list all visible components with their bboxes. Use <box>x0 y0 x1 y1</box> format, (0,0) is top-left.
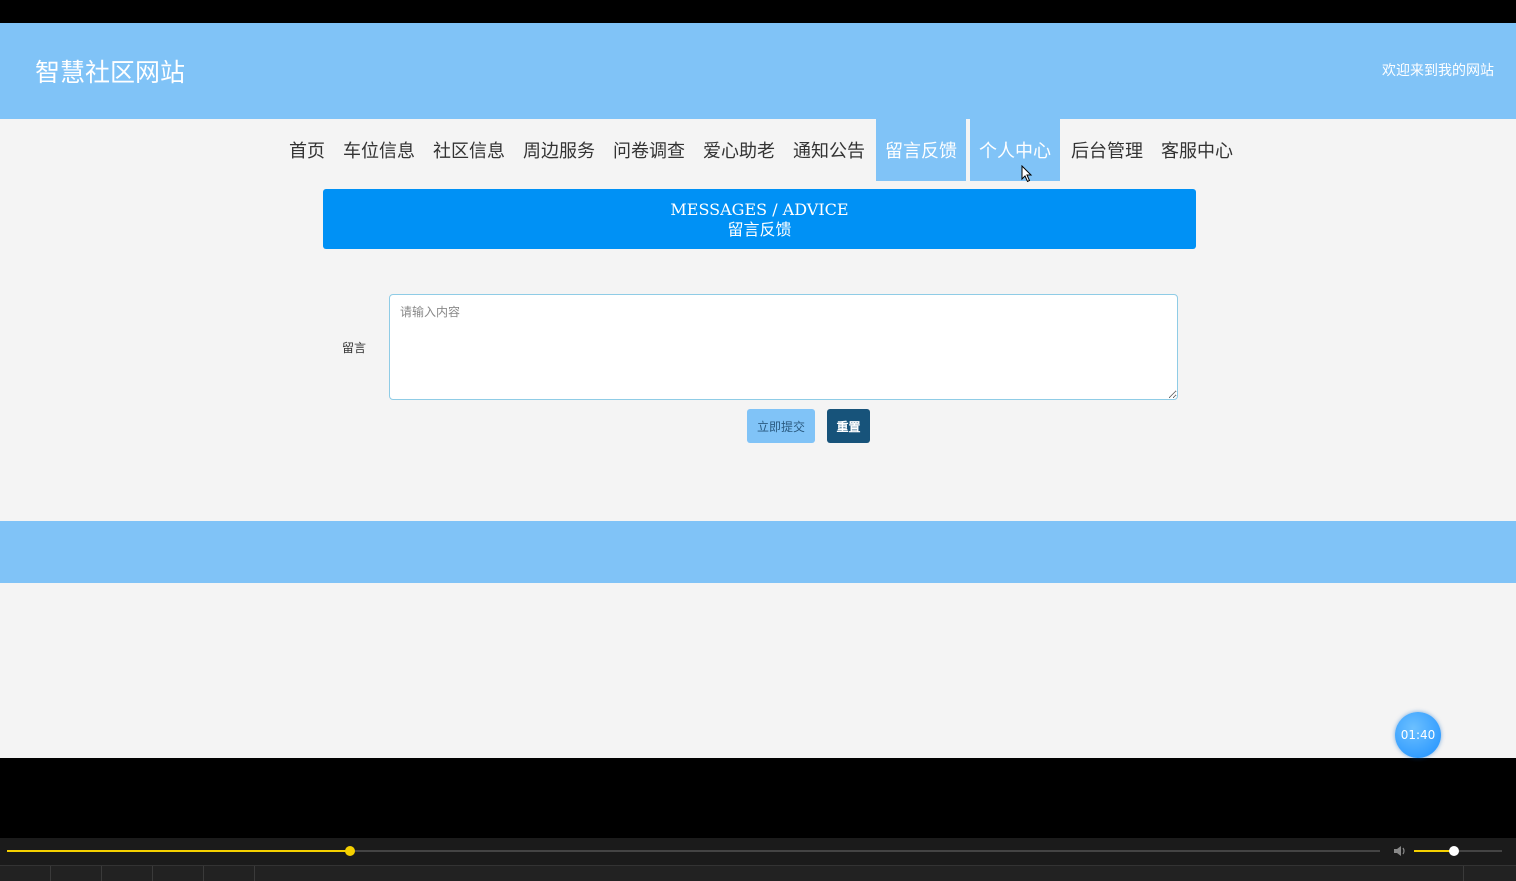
nav-item-elderly-care[interactable]: 爱心助老 <box>694 119 784 181</box>
divider <box>254 866 255 881</box>
volume-handle[interactable] <box>1448 846 1459 856</box>
timer-badge[interactable]: 01:40 <box>1395 712 1441 758</box>
video-player-bar <box>0 838 1516 881</box>
nav-item-survey[interactable]: 问卷调查 <box>604 119 694 181</box>
submit-button[interactable]: 立即提交 <box>747 409 815 443</box>
section-banner: MESSAGES / ADVICE 留言反馈 <box>323 189 1196 249</box>
volume-slider[interactable] <box>1414 846 1502 856</box>
banner-title-en: MESSAGES / ADVICE <box>670 200 849 219</box>
reset-button[interactable]: 重置 <box>827 409 870 443</box>
nav-item-support[interactable]: 客服中心 <box>1152 119 1242 181</box>
divider <box>50 866 51 881</box>
site-title: 智慧社区网站 <box>35 58 186 87</box>
volume-level <box>1414 850 1454 852</box>
nav-item-community[interactable]: 社区信息 <box>424 119 514 181</box>
banner-title-cn: 留言反馈 <box>727 220 792 239</box>
message-label: 留言 <box>342 341 367 355</box>
nav-item-notices[interactable]: 通知公告 <box>784 119 874 181</box>
seek-handle[interactable] <box>345 846 356 856</box>
volume-icon[interactable] <box>1392 843 1408 859</box>
nav-item-services[interactable]: 周边服务 <box>514 119 604 181</box>
site-header: 智慧社区网站 欢迎来到我的网站 <box>0 23 1516 119</box>
site-footer <box>0 521 1516 583</box>
divider <box>203 866 204 881</box>
nav-item-profile[interactable]: 个人中心 <box>970 119 1060 181</box>
welcome-text: 欢迎来到我的网站 <box>1382 63 1494 79</box>
divider <box>152 866 153 881</box>
nav-item-parking[interactable]: 车位信息 <box>334 119 424 181</box>
website-viewport: 智慧社区网站 欢迎来到我的网站 首页 车位信息 社区信息 周边服务 问卷调查 爱… <box>0 23 1516 758</box>
player-bottom-strip <box>0 865 1516 881</box>
top-black-bar <box>0 0 1516 23</box>
main-nav: 首页 车位信息 社区信息 周边服务 问卷调查 爱心助老 通知公告 留言反馈 个人… <box>280 119 1242 181</box>
divider <box>101 866 102 881</box>
mouse-cursor-icon <box>1021 165 1033 183</box>
nav-item-home[interactable]: 首页 <box>280 119 334 181</box>
seek-bar[interactable] <box>7 846 1380 856</box>
divider <box>1463 866 1464 881</box>
nav-item-feedback[interactable]: 留言反馈 <box>876 119 966 181</box>
seek-progress <box>7 850 351 852</box>
message-textarea[interactable] <box>389 294 1178 400</box>
nav-item-admin[interactable]: 后台管理 <box>1062 119 1152 181</box>
